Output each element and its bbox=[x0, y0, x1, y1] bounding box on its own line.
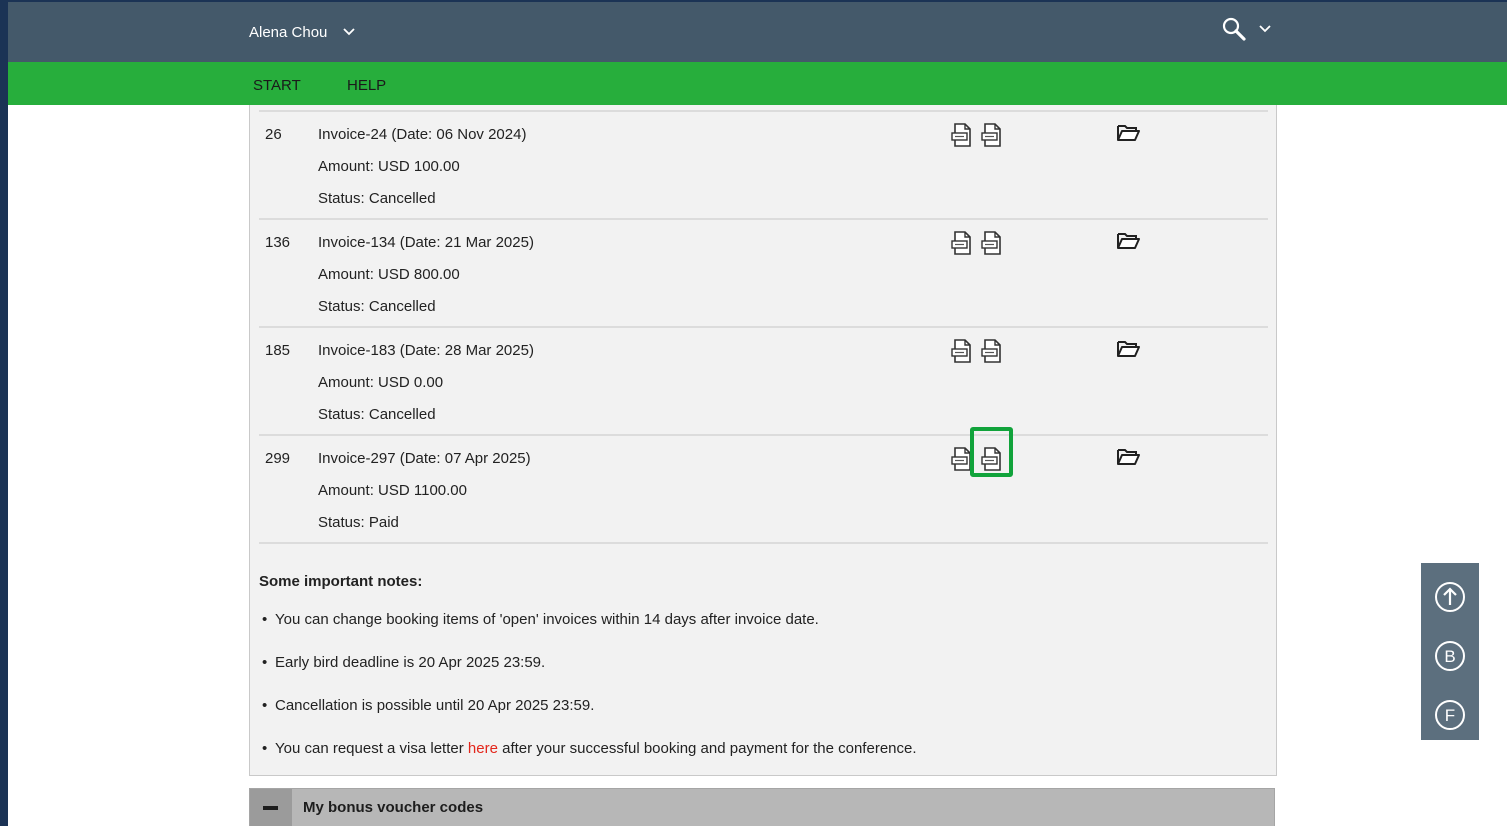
invoice-amount: Amount: USD 100.00 bbox=[318, 158, 460, 175]
folder-open-icon[interactable] bbox=[1116, 230, 1140, 252]
invoice-row: 185 Invoice-183 (Date: 28 Mar 2025) Amou… bbox=[259, 326, 1268, 436]
invoice-title: Invoice-134 (Date: 21 Mar 2025) bbox=[318, 234, 534, 251]
f-label: F bbox=[1445, 706, 1455, 725]
b-circle-icon[interactable]: B bbox=[1434, 640, 1466, 672]
invoice-number: 136 bbox=[265, 234, 291, 251]
voucher-section-header[interactable]: My bonus voucher codes bbox=[249, 788, 1275, 826]
bullet: • bbox=[262, 697, 268, 714]
invoice-amount: Amount: USD 1100.00 bbox=[318, 482, 467, 499]
scroll-up-icon[interactable] bbox=[1434, 581, 1466, 613]
voucher-title: My bonus voucher codes bbox=[303, 799, 484, 816]
highlight-box bbox=[970, 427, 1013, 477]
invoice-title: Invoice-24 (Date: 06 Nov 2024) bbox=[318, 126, 527, 143]
pdf-document-icon[interactable] bbox=[980, 338, 1004, 364]
pdf-document-icon[interactable] bbox=[980, 122, 1004, 148]
app-frame: Alena Chou START HELP 26 Invoice-24 (Dat… bbox=[8, 2, 1507, 826]
folder-open-icon[interactable] bbox=[1116, 338, 1140, 360]
floating-action-bar: B F bbox=[1421, 563, 1479, 740]
bullet: • bbox=[262, 740, 268, 757]
note-item-visa: • You can request a visa letter here afte… bbox=[262, 740, 917, 757]
note-text: after your successful booking and paymen… bbox=[497, 740, 917, 757]
divider bbox=[259, 542, 1268, 544]
invoice-amount: Amount: USD 800.00 bbox=[318, 266, 460, 283]
note-item: • Cancellation is possible until 20 Apr 2… bbox=[262, 697, 594, 714]
collapse-toggle[interactable] bbox=[250, 789, 292, 826]
b-label: B bbox=[1444, 647, 1455, 666]
user-menu[interactable]: Alena Chou bbox=[249, 2, 357, 62]
visa-letter-link[interactable]: here bbox=[468, 740, 498, 757]
nav-item-help[interactable]: HELP bbox=[347, 62, 386, 105]
invoice-amount: Amount: USD 0.00 bbox=[318, 374, 444, 391]
invoice-number: 299 bbox=[265, 450, 291, 467]
top-bar: Alena Chou bbox=[8, 2, 1507, 62]
pdf-document-icon[interactable] bbox=[950, 338, 974, 364]
pdf-document-icon[interactable] bbox=[950, 122, 974, 148]
search-icon[interactable] bbox=[1221, 16, 1247, 42]
nav-bar: START HELP bbox=[8, 62, 1507, 105]
invoice-number: 26 bbox=[265, 126, 282, 143]
invoice-status: Status: Cancelled bbox=[318, 190, 436, 207]
invoice-status: Status: Cancelled bbox=[318, 406, 436, 423]
note-text: You can request a visa letter bbox=[275, 740, 468, 757]
folder-open-icon[interactable] bbox=[1116, 446, 1140, 468]
note-text: You can change booking items of 'open' i… bbox=[275, 611, 819, 628]
invoice-title: Invoice-183 (Date: 28 Mar 2025) bbox=[318, 342, 534, 359]
search-area bbox=[1221, 16, 1273, 42]
user-name: Alena Chou bbox=[249, 23, 328, 41]
invoice-row: 136 Invoice-134 (Date: 21 Mar 2025) Amou… bbox=[259, 218, 1268, 328]
invoice-title: Invoice-297 (Date: 07 Apr 2025) bbox=[318, 450, 531, 467]
bullet: • bbox=[262, 611, 268, 628]
invoice-panel: 26 Invoice-24 (Date: 06 Nov 2024) Amount… bbox=[249, 105, 1277, 776]
chevron-down-icon[interactable] bbox=[341, 24, 357, 40]
note-item: • You can change booking items of 'open' … bbox=[262, 611, 819, 628]
invoice-row: 299 Invoice-297 (Date: 07 Apr 2025) Amou… bbox=[259, 434, 1268, 544]
bullet: • bbox=[262, 654, 268, 671]
note-text: Cancellation is possible until 20 Apr 20… bbox=[275, 697, 595, 714]
notes-title: Some important notes: bbox=[259, 573, 423, 590]
folder-open-icon[interactable] bbox=[1116, 122, 1140, 144]
pdf-document-icon[interactable] bbox=[980, 230, 1004, 256]
note-item: • Early bird deadline is 20 Apr 2025 23:5… bbox=[262, 654, 545, 671]
chevron-down-icon[interactable] bbox=[1257, 21, 1273, 37]
invoice-number: 185 bbox=[265, 342, 291, 359]
minus-icon bbox=[263, 806, 278, 810]
invoice-status: Status: Cancelled bbox=[318, 298, 436, 315]
nav-item-start[interactable]: START bbox=[253, 62, 301, 105]
invoice-row: 26 Invoice-24 (Date: 06 Nov 2024) Amount… bbox=[259, 110, 1268, 220]
note-text: Early bird deadline is 20 Apr 2025 23:59… bbox=[275, 654, 546, 671]
invoice-status: Status: Paid bbox=[318, 514, 399, 531]
f-circle-icon[interactable]: F bbox=[1434, 699, 1466, 731]
pdf-document-icon[interactable] bbox=[950, 230, 974, 256]
